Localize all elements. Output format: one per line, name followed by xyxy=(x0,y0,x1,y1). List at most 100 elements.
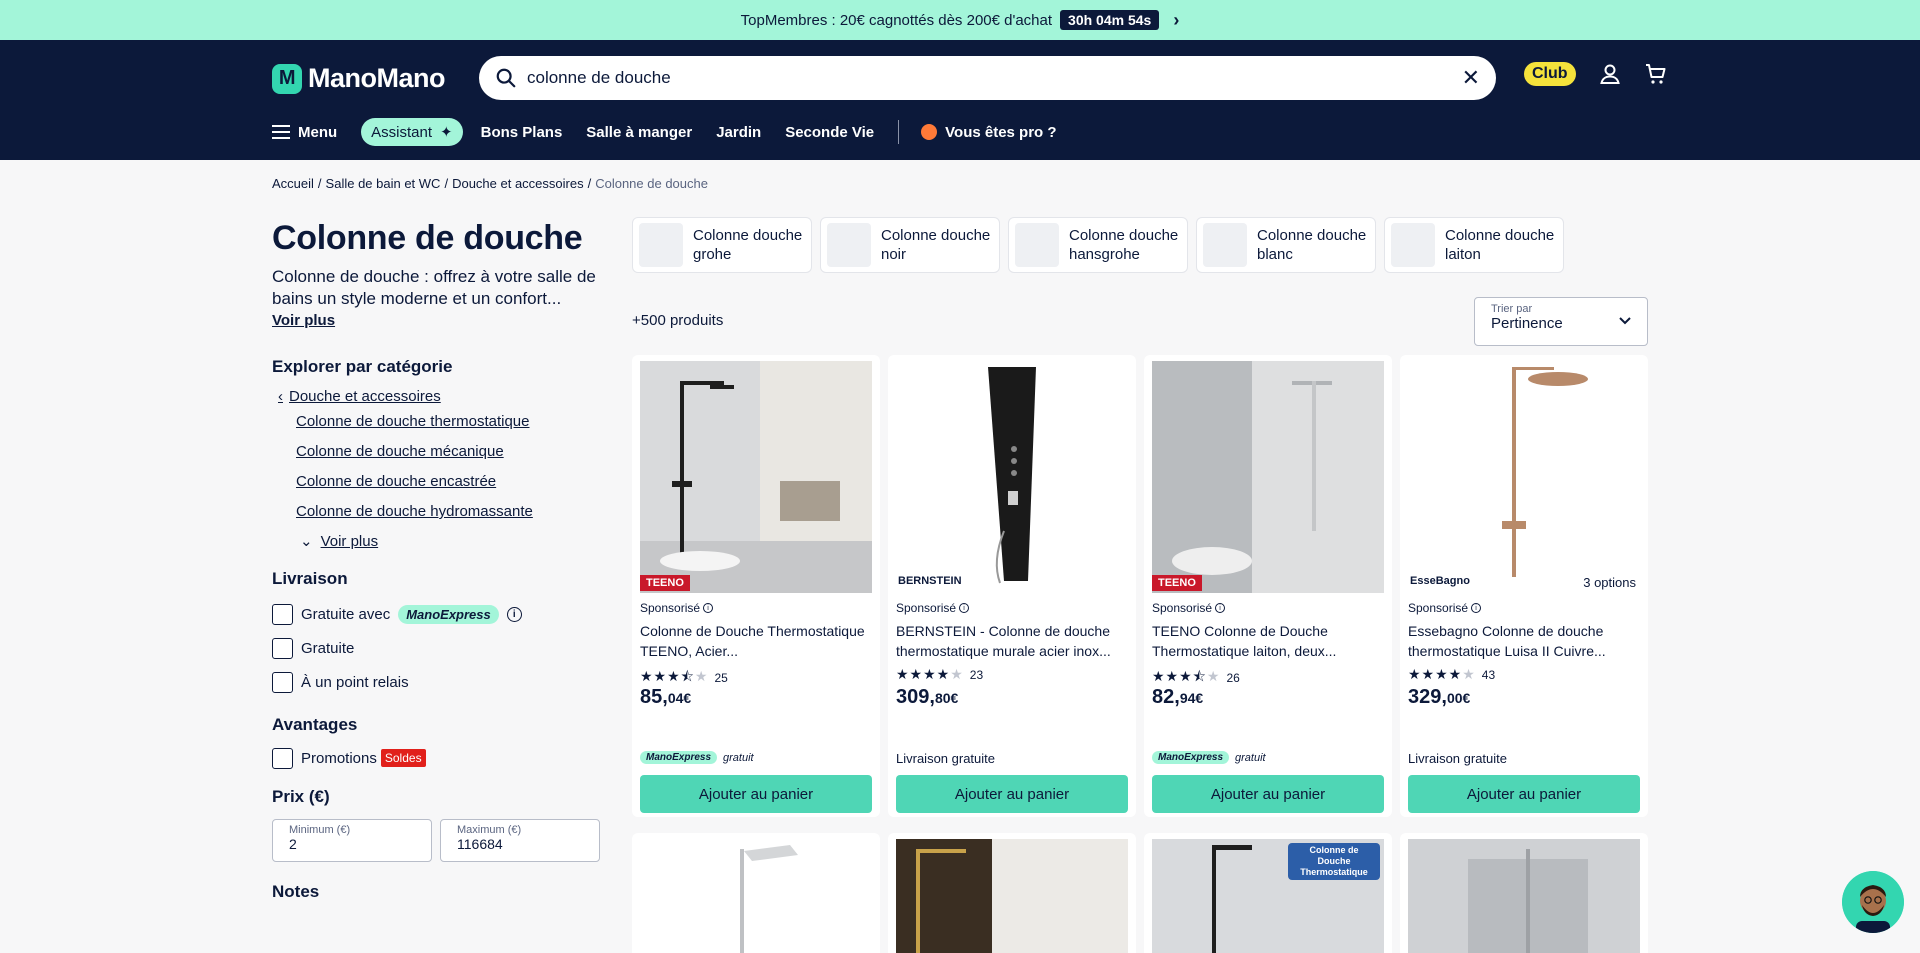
shower-photo xyxy=(896,839,1128,953)
club-badge[interactable]: Club xyxy=(1524,62,1576,86)
nav-salle-a-manger[interactable]: Salle à manger xyxy=(586,124,692,141)
review-count: 43 xyxy=(1481,667,1496,682)
delivery-option-manoexpress[interactable]: Gratuite avec ManoExpress i xyxy=(272,597,602,631)
chevron-left-icon: ‹ xyxy=(278,387,283,405)
product-price: 309,80€ xyxy=(896,686,959,708)
nav-menu-label: Menu xyxy=(298,123,338,141)
price-max-label: Maximum (€) xyxy=(457,824,522,836)
product-rating: ★★★★★ 43 xyxy=(1408,666,1495,683)
category-link[interactable]: Colonne de douche mécanique xyxy=(296,437,602,467)
price-min-field[interactable]: Minimum (€) 2 xyxy=(272,819,432,862)
product-image[interactable] xyxy=(1152,361,1384,593)
chip-label: Colonne douche grohe xyxy=(693,227,803,263)
info-icon[interactable]: i xyxy=(506,606,522,622)
shipping-info: Livraison gratuite xyxy=(1408,751,1507,766)
manoexpress-badge: ManoExpress xyxy=(1152,751,1230,764)
product-card[interactable]: BERNSTEIN Sponsorisé i BERNSTEIN - Colonn… xyxy=(888,355,1136,817)
product-card[interactable]: EsseBagno 3 options Sponsorisé i Essebagn… xyxy=(1400,355,1648,817)
product-card[interactable]: TEENO Sponsorisé i TEENO Colonne de Douch… xyxy=(1144,355,1392,817)
nav-assistant[interactable]: Assistant ✦ xyxy=(361,118,463,146)
category-link[interactable]: Colonne de douche thermostatique xyxy=(296,407,602,437)
delivery-option-relay[interactable]: À un point relais xyxy=(272,665,602,699)
search-input[interactable] xyxy=(527,68,1462,88)
delivery-option-label: Gratuite avec xyxy=(301,605,391,623)
product-badge: Colonne de Douche Thermostatique xyxy=(1288,843,1380,880)
breadcrumb-douche[interactable]: Douche et accessoires xyxy=(452,176,584,191)
parent-category-link[interactable]: ‹ Douche et accessoires xyxy=(278,385,602,407)
info-icon[interactable]: i xyxy=(703,603,714,613)
description-voir-plus[interactable]: Voir plus xyxy=(272,312,602,329)
breadcrumb-salle-de-bain[interactable]: Salle de bain et WC xyxy=(326,176,441,191)
related-search-chip[interactable]: Colonne douche grohe xyxy=(632,217,812,273)
add-to-cart-button[interactable]: Ajouter au panier xyxy=(1152,775,1384,813)
related-search-chip[interactable]: Colonne douche hansgrohe xyxy=(1008,217,1188,273)
info-icon[interactable]: i xyxy=(1471,603,1482,613)
price-title: Prix (€) xyxy=(272,787,330,806)
related-search-chip[interactable]: Colonne douche laiton xyxy=(1384,217,1564,273)
checkbox[interactable] xyxy=(272,603,293,625)
pro-icon xyxy=(921,124,938,140)
brand-badge: TEENO xyxy=(1152,575,1202,591)
product-title[interactable]: Colonne de Douche Thermostatique TEENO, … xyxy=(640,621,872,661)
promo-banner[interactable]: TopMembres : 20€ cagnottés dès 200€ d'ac… xyxy=(0,0,1920,40)
chip-thumbnail xyxy=(1203,223,1247,267)
related-search-chip[interactable]: Colonne douche blanc xyxy=(1196,217,1376,273)
product-image[interactable] xyxy=(896,361,1128,593)
product-card[interactable] xyxy=(888,833,1136,953)
clear-search-icon[interactable]: ✕ xyxy=(1462,65,1480,91)
copper-shower-photo xyxy=(1408,361,1640,593)
nav-jardin[interactable]: Jardin xyxy=(716,124,761,141)
search-bar[interactable]: ✕ xyxy=(479,56,1496,100)
product-image[interactable] xyxy=(1408,361,1640,593)
related-search-chip[interactable]: Colonne douche noir xyxy=(820,217,1000,273)
product-title[interactable]: BERNSTEIN - Colonne de douche thermostat… xyxy=(896,621,1128,661)
info-icon[interactable]: i xyxy=(959,603,970,613)
results-count: +500 produits xyxy=(632,312,724,329)
account-icon[interactable] xyxy=(1598,62,1622,86)
info-icon[interactable]: i xyxy=(1215,603,1226,613)
product-image[interactable] xyxy=(1408,839,1640,953)
avatar-icon xyxy=(1842,871,1904,933)
sponsored-label: Sponsorisé i xyxy=(1408,601,1482,615)
checkbox[interactable] xyxy=(272,637,293,659)
product-image[interactable] xyxy=(896,839,1128,953)
nav-seconde-vie[interactable]: Seconde Vie xyxy=(785,124,874,141)
chat-assistant-avatar[interactable] xyxy=(1842,871,1904,933)
cart-icon[interactable] xyxy=(1644,62,1668,86)
price-max-field[interactable]: Maximum (€) 116684 xyxy=(440,819,600,862)
add-to-cart-button[interactable]: Ajouter au panier xyxy=(1408,775,1640,813)
add-to-cart-button[interactable]: Ajouter au panier xyxy=(896,775,1128,813)
star-rating-icon: ★★★★★ xyxy=(896,666,964,682)
sort-select[interactable]: Trier par Pertinence xyxy=(1474,297,1648,346)
product-card[interactable]: TEENO Sponsorisé i Colonne de Douche Ther… xyxy=(632,355,880,817)
nav-bons-plans[interactable]: Bons Plans xyxy=(481,124,563,141)
product-title[interactable]: TEENO Colonne de Douche Thermostatique l… xyxy=(1152,621,1384,661)
chip-label: Colonne douche blanc xyxy=(1257,227,1367,263)
chevron-down-icon xyxy=(1619,317,1631,325)
product-card[interactable] xyxy=(1400,833,1648,953)
product-image[interactable] xyxy=(640,839,872,953)
nav-menu[interactable]: Menu xyxy=(272,124,337,141)
checkbox[interactable] xyxy=(272,671,293,693)
nav-pro[interactable]: Vous êtes pro ? xyxy=(921,123,1057,141)
delivery-option-free[interactable]: Gratuite xyxy=(272,631,602,665)
add-to-cart-button[interactable]: Ajouter au panier xyxy=(640,775,872,813)
product-title[interactable]: Essebagno Colonne de douche thermostatiq… xyxy=(1408,621,1640,661)
categories-voir-plus[interactable]: ⌄ Voir plus xyxy=(300,527,602,557)
star-rating-icon: ★★★★★ xyxy=(1408,666,1476,682)
checkbox[interactable] xyxy=(272,747,293,769)
category-link[interactable]: Colonne de douche hydromassante xyxy=(296,497,602,527)
hamburger-icon xyxy=(272,125,290,139)
chevron-right-icon[interactable]: › xyxy=(1173,10,1179,31)
product-image[interactable] xyxy=(640,361,872,593)
logo[interactable]: M ManoMano xyxy=(272,63,446,94)
breadcrumb-accueil[interactable]: Accueil xyxy=(272,176,314,191)
notes-title: Notes xyxy=(272,882,320,901)
advantages-title: Avantages xyxy=(272,715,358,734)
product-card[interactable]: Colonne de Douche Thermostatique xyxy=(1144,833,1392,953)
promotions-filter[interactable]: Promotions Soldes xyxy=(272,741,602,775)
nav-pro-label: Vous êtes pro ? xyxy=(945,123,1057,141)
product-card[interactable] xyxy=(632,833,880,953)
chip-thumbnail xyxy=(639,223,683,267)
category-link[interactable]: Colonne de douche encastrée xyxy=(296,467,602,497)
